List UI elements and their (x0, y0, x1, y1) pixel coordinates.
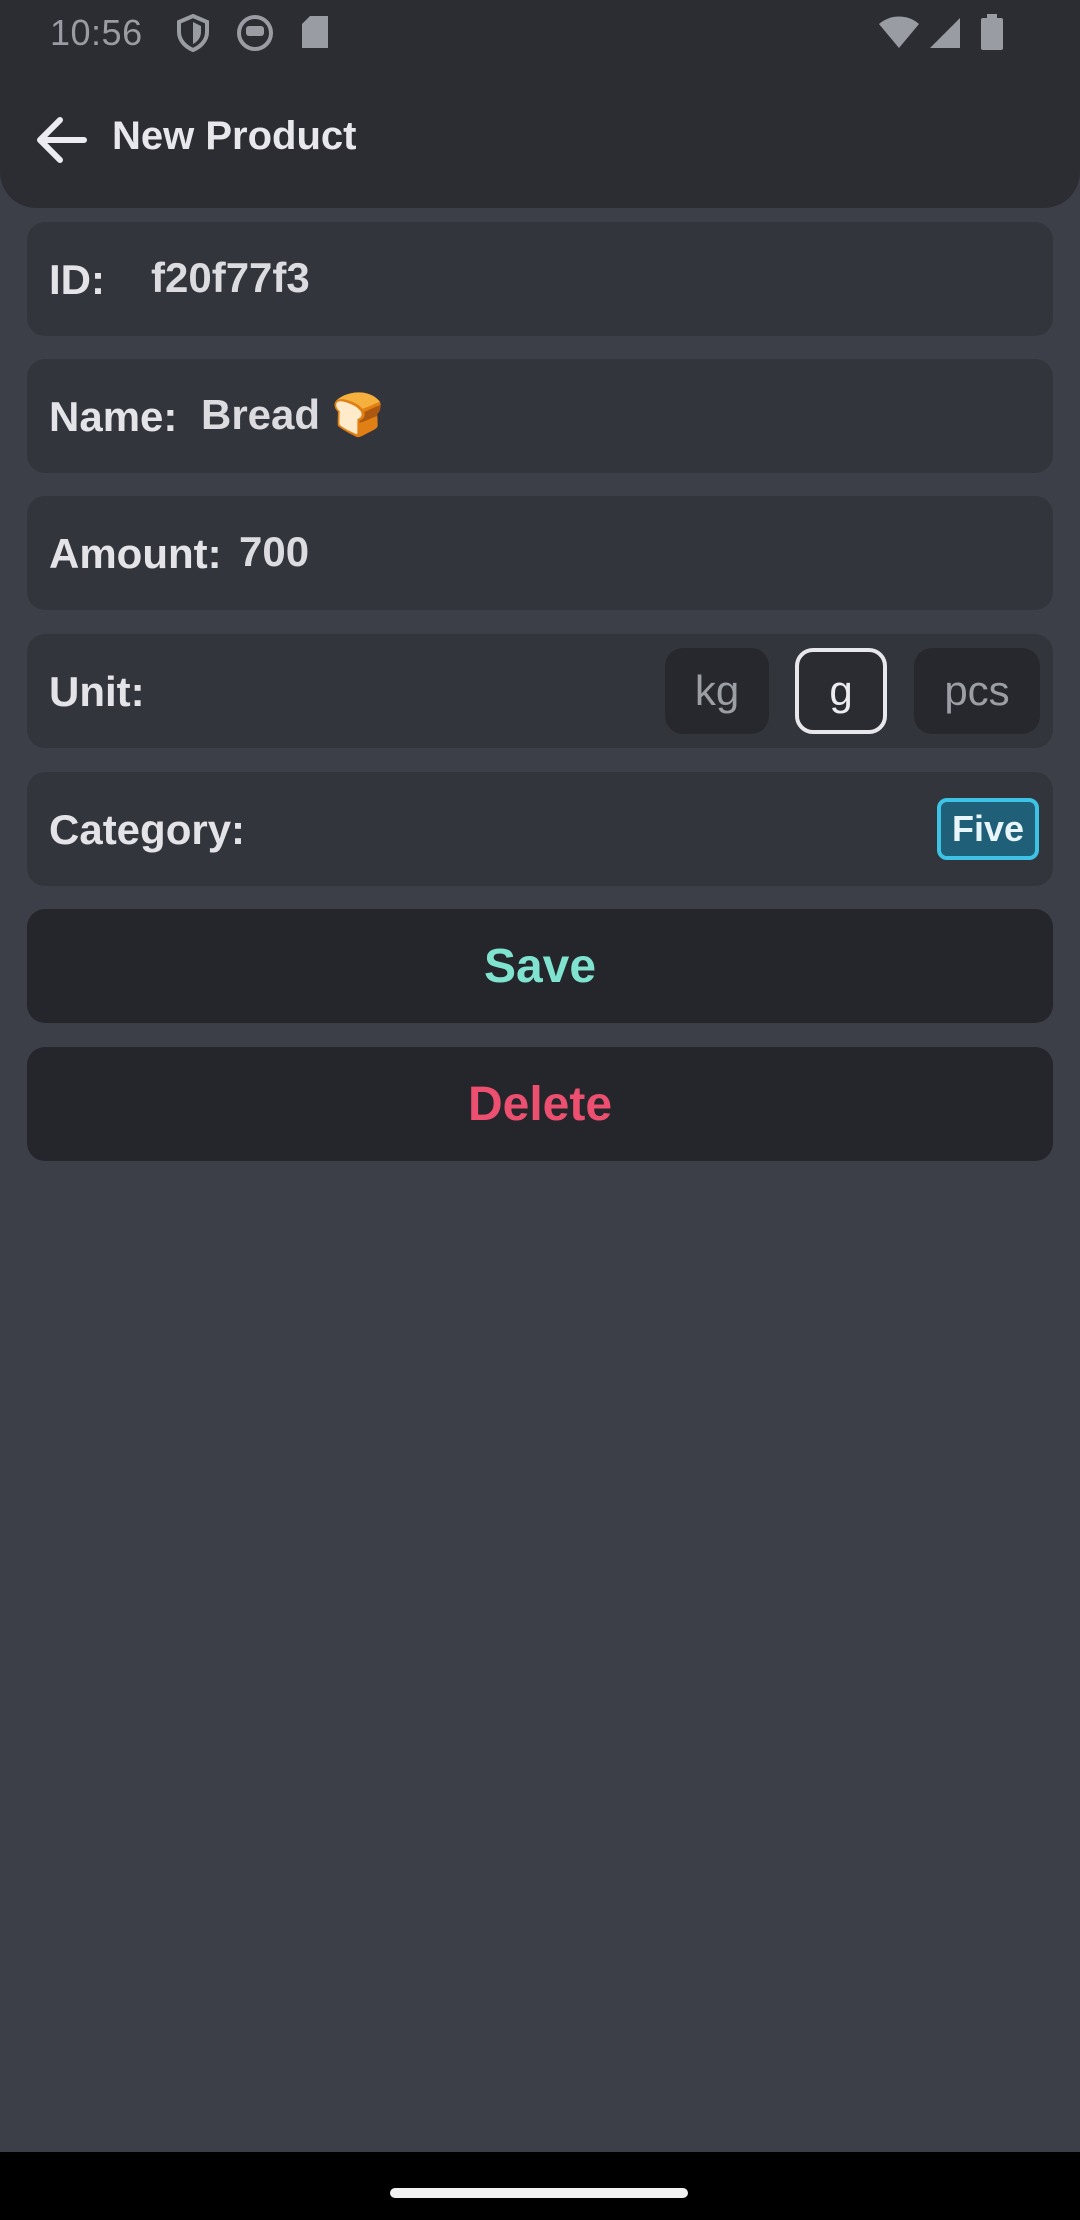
name-field[interactable]: Name: Bread 🍞 (27, 359, 1053, 473)
id-value[interactable]: f20f77f3 (151, 254, 310, 302)
status-time: 10:56 (50, 12, 143, 53)
id-field[interactable]: ID: f20f77f3 (27, 222, 1053, 336)
id-label: ID: (49, 256, 105, 303)
back-arrow-icon[interactable] (30, 108, 94, 172)
shield-icon (176, 13, 210, 57)
amount-input[interactable]: 700 (239, 528, 309, 576)
delete-button[interactable]: Delete (27, 1047, 1053, 1161)
category-chip[interactable]: Five (937, 798, 1039, 860)
category-label: Category: (49, 806, 246, 853)
battery-icon (980, 14, 1004, 55)
top-app-bar: 10:56 New Product (0, 0, 1080, 208)
signal-icon (928, 16, 962, 55)
amount-field[interactable]: Amount: 700 (27, 496, 1053, 610)
save-button[interactable]: Save (27, 909, 1053, 1023)
unit-field: Unit: kg g pcs (27, 634, 1053, 748)
unit-option-pcs[interactable]: pcs (914, 648, 1040, 734)
unit-label: Unit: (49, 668, 145, 715)
name-label: Name: (49, 393, 178, 440)
system-navigation-bar (0, 2152, 1080, 2220)
wifi-icon (878, 16, 920, 55)
app-icon (236, 14, 274, 57)
unit-option-kg[interactable]: kg (665, 648, 769, 734)
name-input[interactable]: Bread 🍞 (201, 391, 384, 440)
unit-option-g[interactable]: g (795, 648, 887, 734)
home-gesture-handle[interactable] (390, 2188, 688, 2198)
amount-label: Amount: (49, 530, 222, 577)
page-title: New Product (112, 114, 357, 158)
sd-card-icon (300, 14, 330, 55)
status-bar: 10:56 (0, 0, 1080, 66)
category-field: Category: Five (27, 772, 1053, 886)
